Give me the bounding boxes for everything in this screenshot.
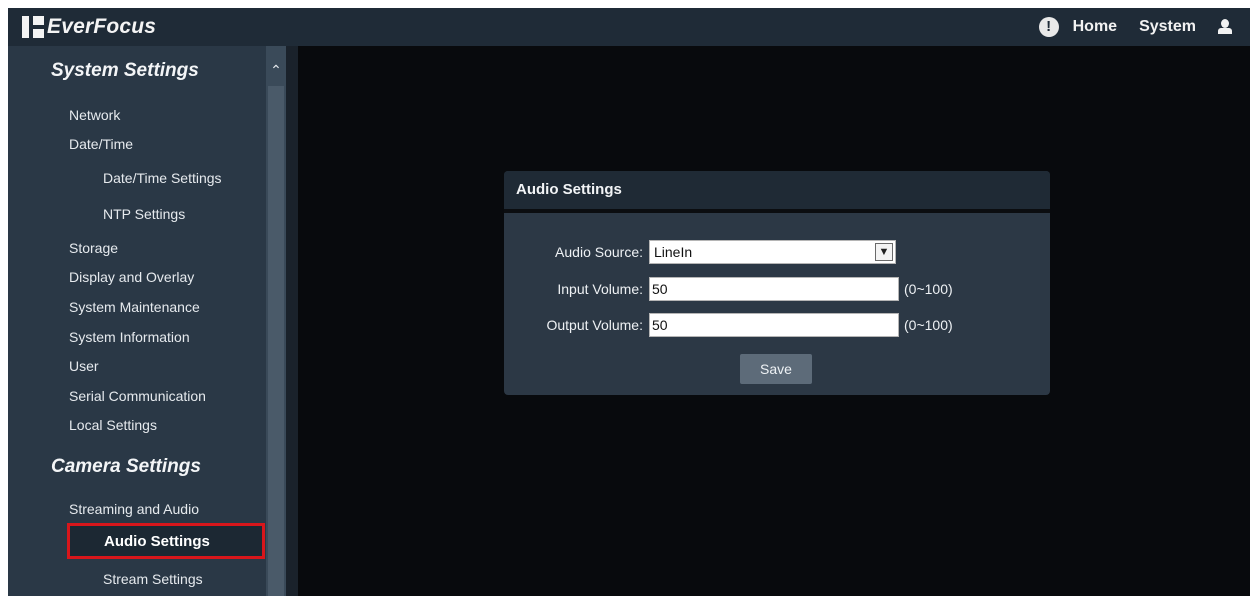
sidebar-item-user[interactable]: User — [69, 358, 99, 374]
sidebar-item-serial-communication[interactable]: Serial Communication — [69, 388, 206, 404]
audio-source-value: LineIn — [654, 244, 693, 260]
save-button[interactable]: Save — [740, 354, 812, 384]
sidebar-item-stream-settings[interactable]: Stream Settings — [103, 571, 203, 587]
sidebar-item-system-information[interactable]: System Information — [69, 329, 190, 345]
top-bar: EverFocus ! Home System — [8, 8, 1250, 46]
user-icon[interactable] — [1218, 17, 1232, 37]
audio-settings-panel: Audio Settings Audio Source: LineIn ▼ In… — [504, 171, 1050, 395]
sidebar-item-streaming-audio[interactable]: Streaming and Audio — [69, 501, 199, 517]
output-volume-range: (0~100) — [904, 317, 953, 333]
home-link[interactable]: Home — [1073, 18, 1117, 36]
sidebar-item-ntp-settings[interactable]: NTP Settings — [103, 206, 185, 222]
output-volume-label: Output Volume: — [546, 317, 643, 333]
chevron-down-icon[interactable]: ▼ — [875, 243, 893, 261]
input-volume-label: Input Volume: — [557, 281, 643, 297]
logo-text: EverFocus — [47, 15, 157, 38]
camera-settings-title: Camera Settings — [51, 456, 201, 477]
audio-source-select[interactable]: LineIn ▼ — [649, 240, 896, 264]
sidebar: System Settings Network Date/Time Date/T… — [8, 46, 266, 596]
audio-source-label: Audio Source: — [555, 244, 643, 260]
app-window: EverFocus ! Home System System Settings … — [8, 8, 1250, 596]
sidebar-item-audio-settings[interactable]: Audio Settings — [67, 523, 265, 559]
input-volume-field[interactable] — [649, 277, 899, 301]
info-icon[interactable]: ! — [1038, 17, 1059, 37]
sidebar-divider — [286, 46, 298, 596]
panel-title: Audio Settings — [504, 171, 1050, 213]
sidebar-scrollbar[interactable]: ⌃ — [266, 46, 286, 596]
top-nav: ! Home System — [1038, 8, 1232, 46]
chevron-up-icon[interactable]: ⌃ — [266, 60, 286, 80]
output-volume-field[interactable] — [649, 313, 899, 337]
scrollbar-thumb[interactable] — [268, 86, 284, 596]
input-volume-range: (0~100) — [904, 281, 953, 297]
sidebar-item-network[interactable]: Network — [69, 107, 120, 123]
sidebar-item-storage[interactable]: Storage — [69, 240, 118, 256]
everfocus-logo[interactable]: EverFocus — [22, 14, 156, 40]
sidebar-item-datetime-settings[interactable]: Date/Time Settings — [103, 170, 222, 186]
system-link[interactable]: System — [1139, 18, 1196, 36]
logo-icon — [22, 16, 44, 38]
sidebar-item-display-overlay[interactable]: Display and Overlay — [69, 269, 194, 285]
sidebar-item-datetime[interactable]: Date/Time — [69, 136, 133, 152]
sidebar-item-local-settings[interactable]: Local Settings — [69, 417, 157, 433]
system-settings-title: System Settings — [51, 60, 199, 81]
sidebar-item-system-maintenance[interactable]: System Maintenance — [69, 299, 200, 315]
